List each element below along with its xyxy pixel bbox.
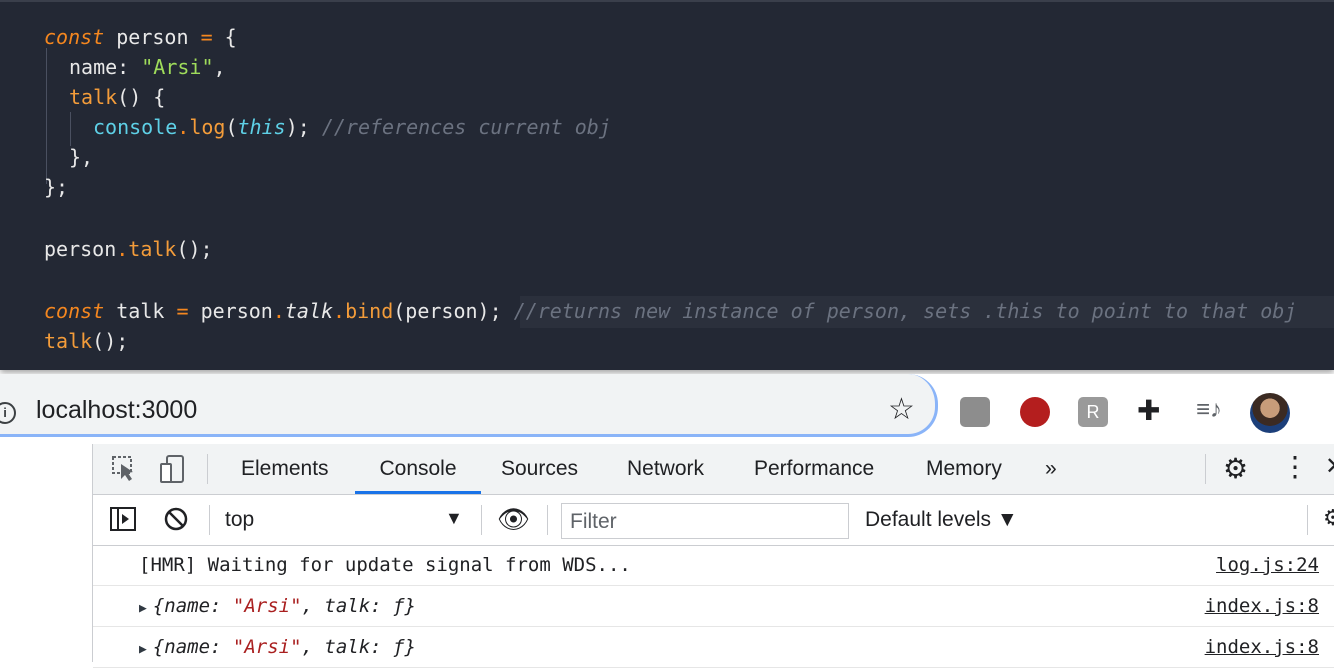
context-dropdown-icon[interactable]: ▼ bbox=[445, 508, 463, 529]
expand-triangle-icon[interactable]: ▶ bbox=[139, 601, 147, 616]
clear-console-icon[interactable] bbox=[163, 506, 189, 538]
sidebar-toggle-icon[interactable] bbox=[109, 506, 137, 538]
devtools-tabbar: Elements Console Sources Network Perform… bbox=[93, 444, 1334, 495]
tab-console[interactable]: Console bbox=[355, 444, 481, 494]
tab-network[interactable]: Network bbox=[627, 444, 704, 494]
expand-triangle-icon[interactable]: ▶ bbox=[139, 642, 147, 657]
tab-elements[interactable]: Elements bbox=[241, 444, 329, 494]
extension-icon-1[interactable] bbox=[960, 397, 990, 427]
code-line-5: }, bbox=[69, 145, 94, 169]
source-link[interactable]: index.js:8 bbox=[1205, 627, 1319, 667]
device-toolbar-icon[interactable] bbox=[159, 454, 187, 484]
tab-performance[interactable]: Performance bbox=[754, 444, 874, 494]
code-line-2: name: "Arsi", bbox=[69, 55, 226, 79]
source-link[interactable]: index.js:8 bbox=[1205, 586, 1319, 626]
indent-guide bbox=[70, 112, 71, 146]
extension-icon-3[interactable]: R bbox=[1078, 397, 1108, 427]
browser-menu-icon[interactable]: ⋮ bbox=[1322, 394, 1334, 427]
code-line-3: talk() { bbox=[69, 85, 166, 109]
code-line-11: talk(); bbox=[44, 329, 129, 353]
devtools-menu-icon[interactable]: ⋮ bbox=[1281, 450, 1309, 482]
code-editor: const person = { name: "Arsi", talk() { … bbox=[0, 0, 1334, 370]
log-levels-dropdown[interactable]: Default levels ▼ bbox=[865, 508, 1018, 532]
profile-avatar[interactable] bbox=[1250, 393, 1290, 433]
code-line-4: console.log(this); //references current … bbox=[93, 115, 611, 139]
code-line-8: person.talk(); bbox=[44, 237, 213, 261]
context-select[interactable]: top bbox=[225, 508, 254, 532]
console-message[interactable]: ▶ {name: "Arsi", talk: ƒ} index.js:8 bbox=[93, 586, 1334, 627]
toolbar-divider bbox=[1307, 505, 1308, 535]
code-line-1: const person = { bbox=[44, 25, 237, 49]
url-text[interactable]: localhost:3000 bbox=[36, 396, 197, 425]
console-toolbar: top ▼ 👁 Filter Default levels ▼ ⚙ bbox=[93, 495, 1334, 546]
devtools-panel: Elements Console Sources Network Perform… bbox=[92, 444, 1334, 668]
toolbar-divider bbox=[481, 505, 482, 535]
toolbar-divider bbox=[1205, 454, 1206, 484]
live-expression-eye-icon[interactable]: 👁 bbox=[497, 504, 530, 535]
console-settings-icon[interactable]: ⚙ bbox=[1323, 505, 1334, 531]
indent-guide bbox=[46, 48, 47, 184]
toolbar-divider bbox=[207, 454, 208, 484]
extension-icon-2[interactable] bbox=[1020, 397, 1050, 427]
tab-sources[interactable]: Sources bbox=[501, 444, 578, 494]
more-tabs-button[interactable]: » bbox=[1045, 444, 1057, 494]
close-devtools-icon[interactable]: ✕ bbox=[1325, 452, 1334, 482]
toolbar-divider bbox=[547, 505, 548, 535]
inspect-element-icon[interactable] bbox=[111, 454, 137, 484]
code-line-6: }; bbox=[44, 175, 69, 199]
code-line-10: const talk = person.talk.bind(person); /… bbox=[44, 299, 1297, 323]
media-control-icon[interactable]: ≡♪ bbox=[1196, 396, 1222, 424]
bookmark-star-icon[interactable]: ☆ bbox=[888, 392, 915, 427]
browser-toolbar: i localhost:3000 ☆ R ✚ ≡♪ ⋮ bbox=[0, 374, 1334, 444]
tab-memory[interactable]: Memory bbox=[926, 444, 1002, 494]
extensions-puzzle-icon[interactable]: ✚ bbox=[1137, 394, 1160, 427]
source-link[interactable]: log.js:24 bbox=[1216, 545, 1319, 585]
console-message: [HMR] Waiting for update signal from WDS… bbox=[93, 545, 1334, 586]
settings-gear-icon[interactable]: ⚙ bbox=[1223, 452, 1248, 484]
toolbar-divider bbox=[209, 505, 210, 535]
filter-input[interactable]: Filter bbox=[561, 503, 849, 539]
